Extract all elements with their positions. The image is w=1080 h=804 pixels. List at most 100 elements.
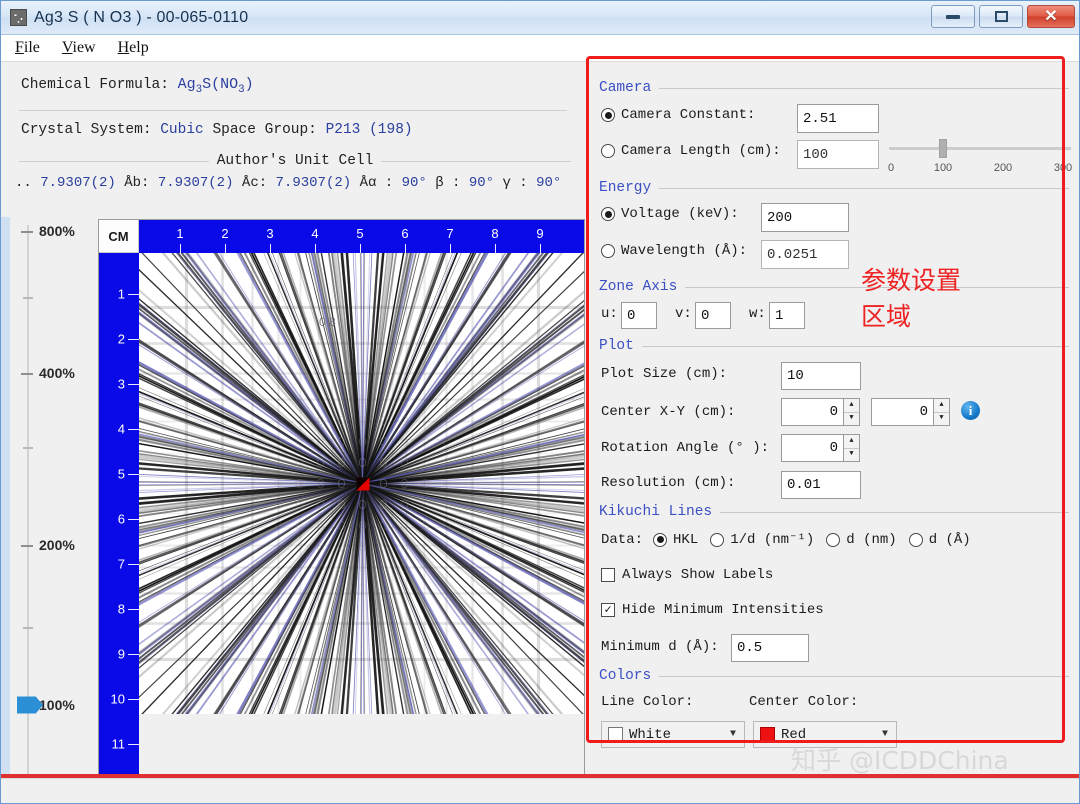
- zoom-label-100: 100%: [39, 697, 75, 713]
- line-color-swatch: [608, 727, 623, 742]
- zoom-tick-300: [23, 447, 33, 449]
- center-x-input[interactable]: 0: [781, 398, 843, 426]
- v-tick-4: 4: [117, 421, 125, 437]
- voltage-row[interactable]: Voltage (keV):: [601, 206, 739, 222]
- camera-slider-tick-300: 300: [1053, 162, 1073, 174]
- zone-v-label: v:: [675, 306, 692, 322]
- camera-slider-tick-100: 100: [933, 162, 953, 174]
- divider-left: [19, 160, 209, 162]
- resolution-label: Resolution (cm):: [601, 475, 736, 491]
- vertical-ruler[interactable]: 1 2 3 4 5 6 7 8 9 10 11: [99, 253, 139, 786]
- kikuchi-group-title: Kikuchi Lines: [599, 504, 713, 520]
- v-tick-3: 3: [117, 376, 125, 392]
- unit-cell-header: Author's Unit Cell: [19, 151, 572, 171]
- camera-length-input[interactable]: 100: [797, 140, 879, 169]
- wavelength-radio[interactable]: [601, 244, 615, 258]
- maximize-button[interactable]: [979, 5, 1023, 28]
- zone-u-input[interactable]: 0: [621, 302, 657, 329]
- cell-a-value: 7.9307(2): [40, 175, 116, 191]
- divider-right: [381, 160, 572, 162]
- camera-length-row[interactable]: Camera Length (cm):: [601, 143, 781, 159]
- always-show-labels-checkbox[interactable]: [601, 568, 615, 582]
- zone-w-input[interactable]: 1: [769, 302, 805, 329]
- center-y-spin-buttons[interactable]: ▲ ▼: [933, 398, 950, 426]
- unit-cell-title: Author's Unit Cell: [216, 153, 374, 169]
- kikuchi-option-dnm-radio[interactable]: [826, 532, 841, 547]
- camera-length-slider[interactable]: 0 100 200 300: [888, 139, 1079, 179]
- chevron-down-icon-2[interactable]: ▼: [874, 729, 896, 740]
- energy-group: Energy: [599, 179, 1069, 197]
- kikuchi-group: Kikuchi Lines: [599, 503, 1069, 521]
- camera-constant-radio[interactable]: [601, 108, 615, 122]
- voltage-input[interactable]: 200: [761, 203, 849, 232]
- diffraction-viewport[interactable]: CM 1 2 3 4 5 6 7 8 9 1 2 3 4 5 6 7 8 9 1…: [98, 219, 585, 787]
- kikuchi-option-dang-radio[interactable]: [908, 532, 923, 547]
- cell-c-label: c:: [250, 175, 268, 191]
- zoom-label-400: 400%: [39, 365, 75, 381]
- menu-view[interactable]: View: [62, 39, 96, 57]
- zone-v-label-wrap: v:: [675, 306, 692, 322]
- zoom-tick-150: [23, 627, 33, 629]
- wavelength-input[interactable]: 0.0251: [761, 240, 849, 269]
- line-color-dropdown[interactable]: White ▼: [601, 721, 745, 748]
- chevron-down-icon[interactable]: ▼: [722, 729, 744, 740]
- rotation-spinner[interactable]: 0 ▲ ▼: [781, 434, 860, 462]
- h-tick-6: 6: [401, 226, 409, 241]
- hide-min-intensities-row[interactable]: ✓ Hide Minimum Intensities: [601, 602, 824, 618]
- zone-v-input[interactable]: 0: [695, 302, 731, 329]
- wavelength-row[interactable]: Wavelength (Å):: [601, 243, 747, 259]
- center-y-down-icon: ▼: [939, 414, 944, 423]
- close-button[interactable]: ✕: [1027, 5, 1075, 28]
- center-y-spinner[interactable]: 0 ▲ ▼: [871, 398, 950, 426]
- always-show-labels-row[interactable]: Always Show Labels: [601, 567, 773, 583]
- v-tick-5: 5: [117, 466, 125, 482]
- crystal-system-row: Crystal System: Cubic Space Group: P213 …: [21, 122, 413, 138]
- cell-b-value: 7.9307(2): [157, 175, 234, 191]
- voltage-label: Voltage (keV):: [621, 206, 739, 222]
- pattern-canvas-area[interactable]: 0 8: [139, 253, 584, 786]
- center-x-down-icon: ▼: [849, 414, 854, 423]
- camera-constant-row[interactable]: Camera Constant:: [601, 107, 755, 123]
- info-icon[interactable]: i: [961, 401, 980, 420]
- always-show-labels-label: Always Show Labels: [622, 567, 774, 583]
- energy-group-title: Energy: [599, 180, 652, 196]
- camera-length-radio[interactable]: [601, 144, 615, 158]
- kikuchi-pattern[interactable]: 0 8: [139, 253, 584, 714]
- title-bar: Ag3 S ( N O3 ) - 00-065-0110 ✕: [1, 1, 1079, 35]
- kikuchi-option-dnm-label: d (nm): [846, 531, 897, 548]
- camera-slider-knob[interactable]: [939, 139, 947, 158]
- voltage-radio[interactable]: [601, 207, 615, 221]
- kikuchi-option-invd-radio[interactable]: [710, 532, 725, 547]
- close-icon: ✕: [1044, 7, 1058, 25]
- min-d-input[interactable]: 0.5: [731, 634, 809, 662]
- camera-constant-label: Camera Constant:: [621, 107, 756, 123]
- camera-slider-track[interactable]: [889, 147, 1071, 150]
- minimize-button[interactable]: [931, 5, 975, 28]
- line-color-label: Line Color:: [601, 694, 694, 710]
- camera-constant-input[interactable]: 2.51: [797, 104, 879, 133]
- v-tick-9: 9: [117, 646, 125, 662]
- kikuchi-option-hkl-radio[interactable]: [653, 532, 668, 547]
- zoom-slider[interactable]: 800% 400% 200% 100%: [15, 217, 97, 787]
- plot-size-input[interactable]: 10: [781, 362, 861, 390]
- ruler-corner-label: CM: [99, 220, 139, 253]
- rotation-angle-input[interactable]: 0: [781, 434, 843, 462]
- chemical-formula-label: Chemical Formula:: [21, 77, 169, 93]
- horizontal-ruler[interactable]: 1 2 3 4 5 6 7 8 9: [139, 220, 584, 253]
- colors-group-title: Colors: [599, 668, 652, 684]
- resolution-input[interactable]: 0.01: [781, 471, 861, 499]
- center-x-spinner[interactable]: 0 ▲ ▼: [781, 398, 860, 426]
- menu-help[interactable]: Help: [118, 39, 149, 57]
- chemical-formula-value: Ag3S(NO3): [177, 76, 254, 96]
- center-y-input[interactable]: 0: [871, 398, 933, 426]
- rotation-spin-buttons[interactable]: ▲ ▼: [843, 434, 860, 462]
- space-group-value: P213: [325, 122, 361, 138]
- menu-file[interactable]: File: [15, 39, 40, 57]
- app-icon: [10, 9, 27, 26]
- center-x-up-icon: ▲: [844, 399, 859, 413]
- center-x-spin-buttons[interactable]: ▲ ▼: [843, 398, 860, 426]
- camera-group-title: Camera: [599, 80, 652, 96]
- hide-min-intensities-checkbox[interactable]: ✓: [601, 603, 615, 617]
- h-tick-9: 9: [536, 226, 544, 241]
- parameter-panel: Camera Camera Constant: 2.51 Camera Leng…: [591, 63, 1079, 748]
